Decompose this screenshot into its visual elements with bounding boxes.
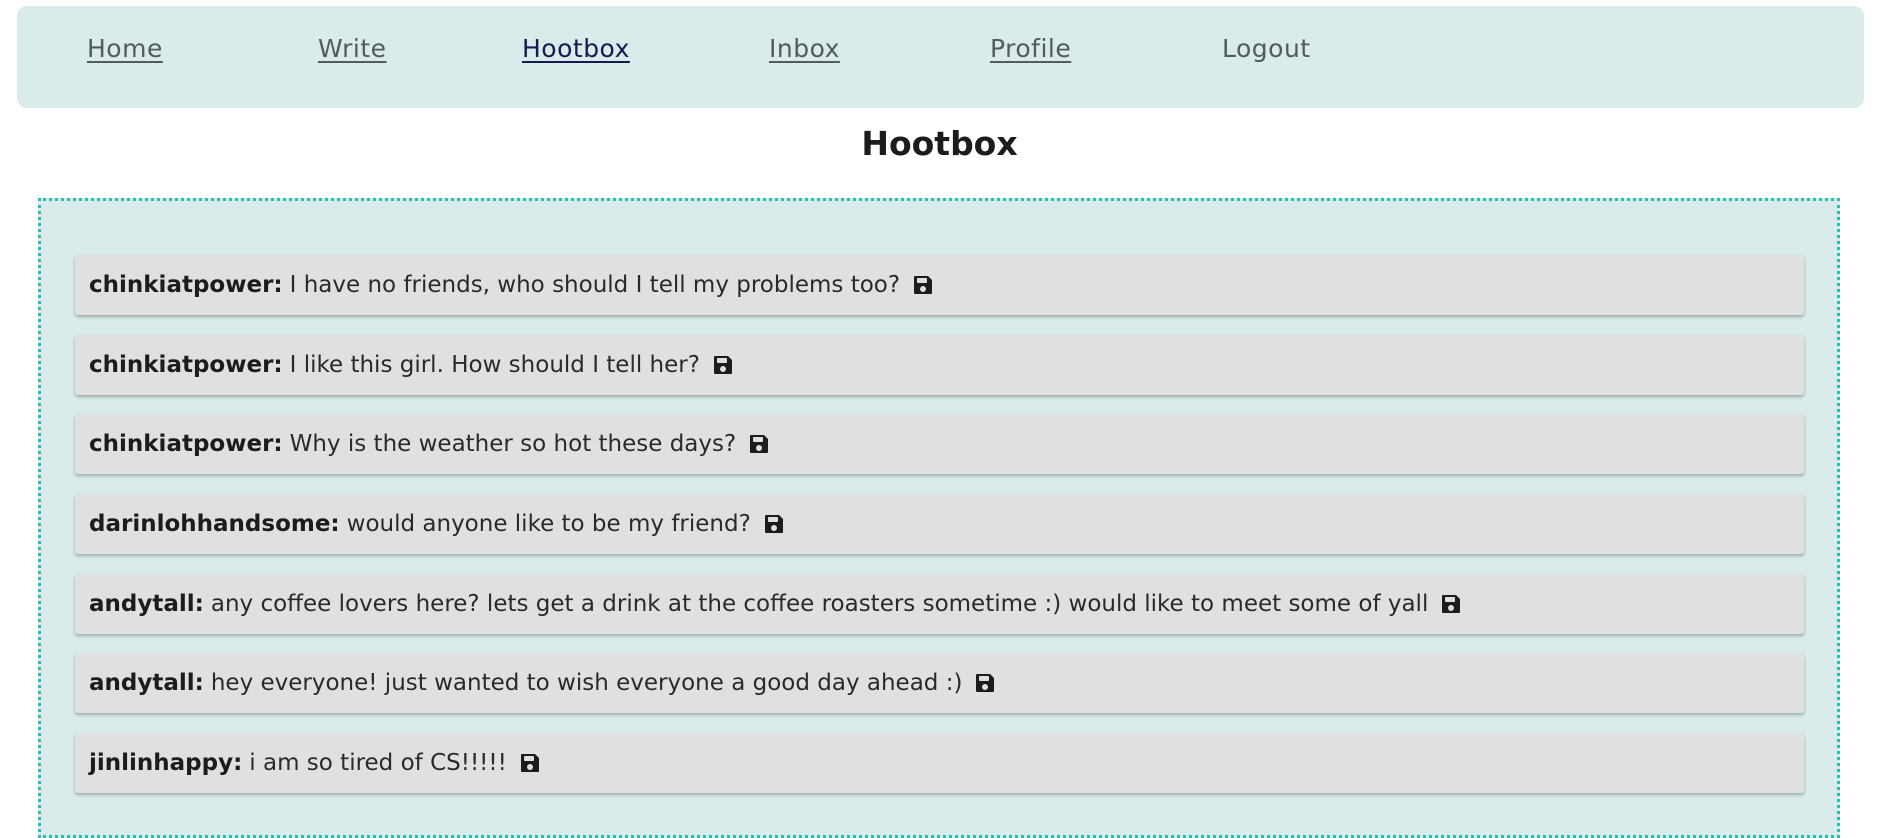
post-author: andytall: [89,670,204,696]
nav-link-write[interactable]: Write [318,34,387,63]
save-icon[interactable] [712,354,734,376]
save-icon[interactable] [1440,593,1462,615]
nav-link-inbox[interactable]: Inbox [769,34,840,63]
post-author: darinlohhandsome: [89,511,340,537]
nav-link-hootbox[interactable]: Hootbox [522,34,630,63]
page-title: Hootbox [861,124,1018,163]
post-message: any coffee lovers here? lets get a drink… [210,591,1429,617]
post-item: chinkiatpower: I have no friends, who sh… [75,255,1804,315]
post-author: andytall: [89,591,204,617]
post-author: chinkiatpower: [89,272,283,298]
save-icon[interactable] [974,672,996,694]
save-icon[interactable] [519,752,541,774]
post-message: Why is the weather so hot these days? [289,431,737,457]
post-author: chinkiatpower: [89,431,283,457]
post-item: chinkiatpower: Why is the weather so hot… [75,414,1804,474]
post-item: chinkiatpower: I like this girl. How sho… [75,335,1804,395]
nav-link-logout[interactable]: Logout [1222,34,1311,63]
post-author: chinkiatpower: [89,352,283,378]
top-navbar: Home Write Hootbox Inbox Profile Logout [17,6,1864,108]
save-icon[interactable] [763,513,785,535]
post-message: i am so tired of CS!!!!! [249,750,507,776]
post-message: would anyone like to be my friend? [346,511,751,537]
nav-link-home[interactable]: Home [87,34,163,63]
save-icon[interactable] [912,274,934,296]
post-item: jinlinhappy: i am so tired of CS!!!!! [75,733,1804,793]
post-item: andytall: hey everyone! just wanted to w… [75,653,1804,713]
post-message: I like this girl. How should I tell her? [289,352,700,378]
post-message: I have no friends, who should I tell my … [289,272,901,298]
nav-link-profile[interactable]: Profile [990,34,1071,63]
post-message: hey everyone! just wanted to wish everyo… [210,670,963,696]
save-icon[interactable] [748,433,770,455]
post-item: andytall: any coffee lovers here? lets g… [75,574,1804,634]
post-item: darinlohhandsome: would anyone like to b… [75,494,1804,554]
post-author: jinlinhappy: [89,750,243,776]
